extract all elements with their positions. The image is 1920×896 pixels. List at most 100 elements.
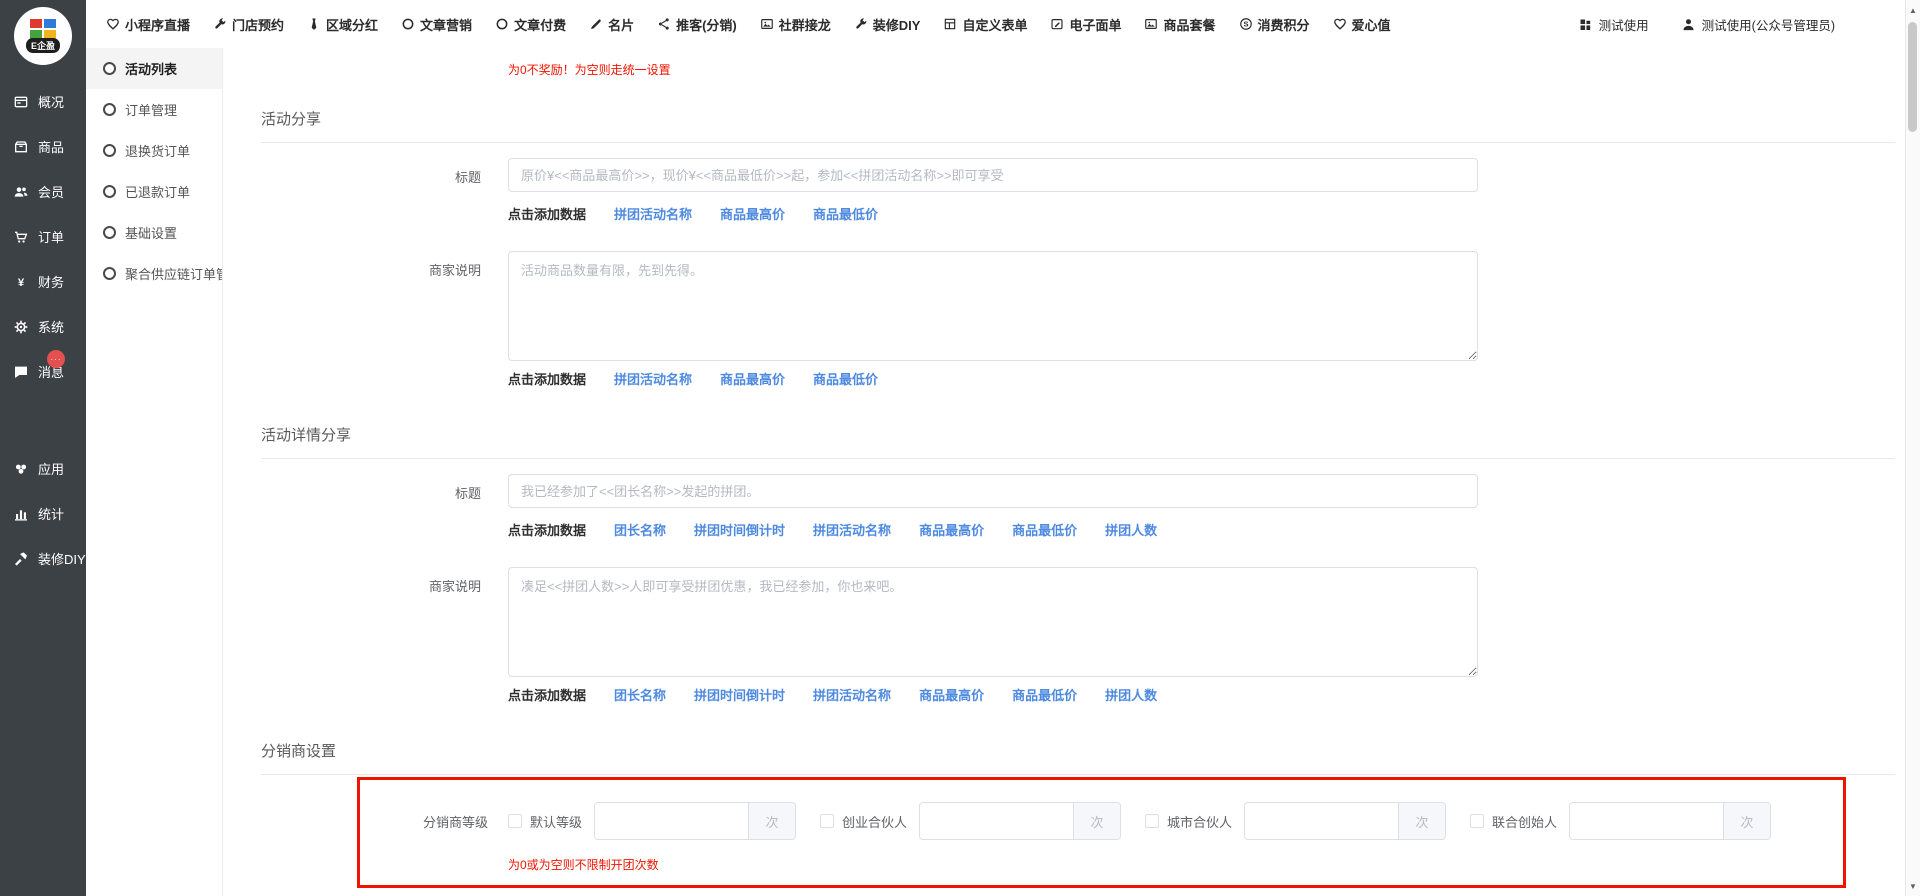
distributor-helper-text: 为0或为空则不限制开团次数	[508, 856, 1843, 873]
vertical-scrollbar[interactable]: ▲ ▼	[1905, 0, 1920, 896]
circle-bullet-icon	[103, 62, 116, 75]
sidebar-item-statistics[interactable]: 统计	[0, 491, 86, 536]
default-level-times-input[interactable]	[595, 803, 748, 839]
sidebar-item-members[interactable]: 会员	[0, 169, 86, 214]
city-partner-checkbox[interactable]	[1145, 814, 1159, 828]
insert-token-link[interactable]: 拼团时间倒计时	[694, 685, 785, 704]
circle-bullet-icon	[103, 103, 116, 116]
sidebar-item-diy[interactable]: 装修DIY	[0, 536, 86, 581]
topnav-item-custom-form[interactable]: 自定义表单	[943, 15, 1027, 34]
submenu-item-supply-chain-orders[interactable]: 聚合供应链订单管	[86, 253, 222, 294]
sidebar-item-applications[interactable]: 应用	[0, 446, 86, 491]
level-label: 城市合伙人	[1167, 812, 1232, 831]
insert-token-link[interactable]: 商品最低价	[813, 369, 878, 388]
sidebar-item-messages[interactable]: 消息 ···	[0, 349, 86, 394]
topnav-item-points[interactable]: 消费积分	[1239, 15, 1310, 34]
insert-token-link[interactable]: 团长名称	[614, 685, 666, 704]
title-field-label: 标题	[261, 474, 508, 508]
insert-token-link[interactable]: 商品最低价	[1012, 520, 1077, 539]
times-suffix: 次	[748, 803, 795, 839]
submenu-item-refunded-orders[interactable]: 已退款订单	[86, 171, 222, 212]
sidebar-item-label: 商品	[38, 137, 64, 156]
share-icon	[657, 17, 671, 31]
insert-token-link[interactable]: 拼团人数	[1105, 520, 1157, 539]
wrench-icon	[213, 17, 227, 31]
hammer-icon	[13, 551, 29, 567]
sidebar-item-finance[interactable]: 财务	[0, 259, 86, 304]
image-icon	[1144, 17, 1158, 31]
co-founder-times-input[interactable]	[1570, 803, 1723, 839]
topnav-item-live[interactable]: 小程序直播	[106, 15, 190, 34]
topnav-item-article-paid[interactable]: 文章付费	[495, 15, 566, 34]
topnav-item-group-chain[interactable]: 社群接龙	[760, 15, 831, 34]
activity-share-desc-textarea[interactable]	[508, 251, 1478, 361]
co-founder-checkbox[interactable]	[1470, 814, 1484, 828]
top-navigation: 小程序直播 门店预约 区域分红 文章营销 文章付费 名片 推客(分销) 社群接龙…	[86, 0, 1920, 48]
scroll-up-arrow-icon[interactable]: ▲	[1906, 2, 1920, 18]
topnav-item-store-booking[interactable]: 门店预约	[213, 15, 284, 34]
insert-token-link[interactable]: 拼团时间倒计时	[694, 520, 785, 539]
topnav-item-distribution[interactable]: 推客(分销)	[657, 15, 737, 34]
insert-token-link[interactable]: 商品最低价	[1012, 685, 1077, 704]
sidebar-item-label: 财务	[38, 272, 64, 291]
brand-logo[interactable]: E企盈	[14, 7, 72, 65]
topnav-item-business-card[interactable]: 名片	[589, 15, 634, 34]
submenu-item-order-management[interactable]: 订单管理	[86, 89, 222, 130]
startup-partner-times-input[interactable]	[920, 803, 1073, 839]
insert-token-link[interactable]: 商品最低价	[813, 204, 878, 223]
submenu-item-return-orders[interactable]: 退换货订单	[86, 130, 222, 171]
gear-icon	[13, 319, 29, 335]
main-content: 为0不奖励！为空则走统一设置 活动分享 标题 点击添加数据 拼团活动名称 商品最…	[223, 48, 1920, 896]
user-icon	[1681, 17, 1696, 32]
scrollbar-thumb[interactable]	[1908, 22, 1917, 132]
topnav-item-product-bundle[interactable]: 商品套餐	[1144, 15, 1215, 34]
topnav-item-diy[interactable]: 装修DIY	[854, 15, 921, 34]
topnav-item-article-marketing[interactable]: 文章营销	[401, 15, 472, 34]
scroll-down-arrow-icon[interactable]: ▼	[1906, 878, 1920, 894]
insert-token-link[interactable]: 商品最高价	[720, 204, 785, 223]
sidebar-item-label: 应用	[38, 459, 64, 478]
topnav-item-e-waybill[interactable]: 电子面单	[1050, 15, 1121, 34]
insert-token-link[interactable]: 团长名称	[614, 520, 666, 539]
sidebar-item-orders[interactable]: 订单	[0, 214, 86, 259]
city-partner-times-input[interactable]	[1245, 803, 1398, 839]
level-label: 默认等级	[530, 812, 582, 831]
insert-token-link[interactable]: 拼团活动名称	[813, 685, 891, 704]
activity-share-title-input[interactable]	[508, 158, 1478, 192]
default-level-checkbox[interactable]	[508, 814, 522, 828]
sidebar-item-goods[interactable]: 商品	[0, 124, 86, 169]
circle-bullet-icon	[103, 144, 116, 157]
insert-token-link[interactable]: 拼团活动名称	[614, 204, 692, 223]
topnav-item-region-bonus[interactable]: 区域分红	[307, 15, 378, 34]
level-group-city-partner: 城市合伙人 次	[1145, 802, 1446, 840]
circle-bullet-icon	[103, 185, 116, 198]
add-data-label: 点击添加数据	[508, 204, 586, 223]
submenu-item-basic-settings[interactable]: 基础设置	[86, 212, 222, 253]
sidebar-item-overview[interactable]: 概况	[0, 79, 86, 124]
finance-icon	[13, 274, 29, 290]
insert-token-link[interactable]: 商品最高价	[919, 685, 984, 704]
insert-token-link[interactable]: 拼团活动名称	[813, 520, 891, 539]
sidebar-item-system[interactable]: 系统	[0, 304, 86, 349]
detail-share-title-input[interactable]	[508, 474, 1478, 508]
workspace-switcher[interactable]: 测试使用	[1578, 15, 1649, 34]
level-group-co-founder: 联合创始人 次	[1470, 802, 1771, 840]
user-menu[interactable]: 测试使用(公众号管理员)	[1681, 15, 1835, 34]
brand-name: E企盈	[26, 38, 60, 53]
insert-token-link[interactable]: 拼团活动名称	[614, 369, 692, 388]
detail-share-desc-textarea[interactable]	[508, 567, 1478, 677]
distributor-highlight-box: 分销商等级 默认等级 次	[357, 777, 1846, 888]
goods-icon	[13, 139, 29, 155]
apps-icon	[1578, 17, 1593, 32]
insert-token-link[interactable]: 拼团人数	[1105, 685, 1157, 704]
topnav-item-love-value[interactable]: 爱心值	[1333, 15, 1391, 34]
heart-icon	[106, 17, 120, 31]
sidebar-item-label: 订单	[38, 227, 64, 246]
circle-icon	[495, 17, 509, 31]
submenu-item-activity-list[interactable]: 活动列表	[86, 48, 222, 89]
startup-partner-checkbox[interactable]	[820, 814, 834, 828]
sidebar-item-label: 概况	[38, 92, 64, 111]
tie-icon	[307, 17, 321, 31]
insert-token-link[interactable]: 商品最高价	[919, 520, 984, 539]
insert-token-link[interactable]: 商品最高价	[720, 369, 785, 388]
